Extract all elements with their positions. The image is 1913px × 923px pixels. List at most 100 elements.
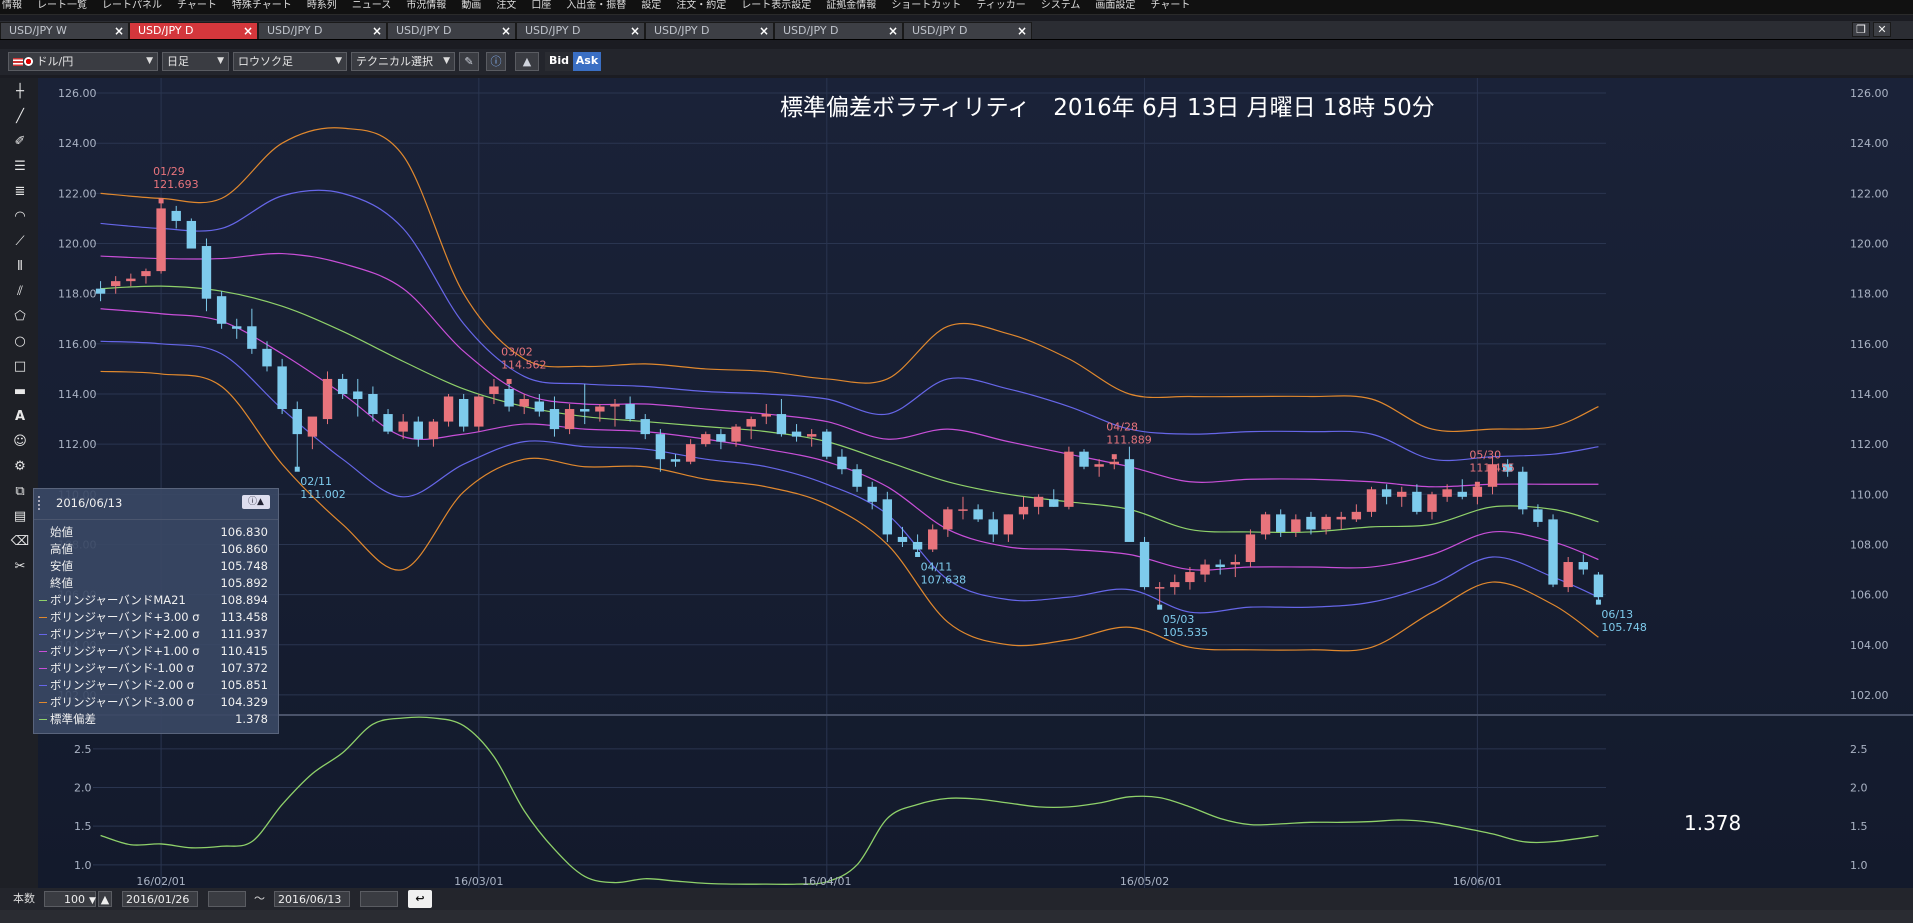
info-row: ボリンジャーバンド+2.00 σ 111.937	[34, 626, 278, 643]
close-window-icon[interactable]: ✕	[1873, 22, 1891, 37]
menu-item[interactable]: 注文・約定	[674, 0, 728, 12]
chart-toolbar: ドル/円 ▼ 日足 ▼ ロウソク足 ▼ テクニカル選択 ▼ ✎ ⓘ ▲ Bid …	[0, 49, 1913, 75]
fan-icon[interactable]: ⟋	[9, 232, 31, 252]
date-from-field[interactable]: 2016/01/26	[122, 891, 198, 907]
sd-tick-label-right: 1.0	[1850, 859, 1868, 872]
menu-item[interactable]: 口座	[529, 0, 553, 12]
close-tab-icon[interactable]: ×	[759, 23, 769, 39]
menu-item[interactable]: レート一覧	[35, 0, 89, 12]
y-tick-label-right: 120.00	[1850, 238, 1889, 251]
ask-button[interactable]: Ask	[573, 52, 601, 71]
info-row-value: 106.830	[220, 525, 268, 539]
time-from-field[interactable]	[208, 891, 246, 907]
pentagon-icon[interactable]: ⬠	[9, 307, 31, 327]
circle-icon[interactable]: ○	[9, 332, 31, 352]
close-tab-icon[interactable]: ×	[888, 23, 898, 39]
line-swatch	[39, 719, 47, 720]
arc-icon[interactable]: ◠	[9, 207, 31, 227]
ohlc-info-panel[interactable]: 2016/06/13 ⓘ▲ 始値 106.830 高値 106.860 安値 105.74…	[33, 488, 279, 734]
chart-tab[interactable]: USD/JPY D ×	[903, 22, 1032, 39]
bid-button[interactable]: Bid	[545, 52, 573, 71]
chart-tab-label: USD/JPY W	[9, 24, 67, 37]
currency-pair-label: ドル/円	[36, 55, 74, 68]
period-select[interactable]: 日足 ▼	[162, 52, 229, 71]
menu-item[interactable]: 証拠金情報	[824, 0, 878, 12]
menu-item[interactable]: ティッカー	[974, 0, 1027, 12]
technical-select[interactable]: テクニカル選択 ▼	[351, 52, 455, 71]
chart-tab[interactable]: USD/JPY D ×	[645, 22, 774, 39]
menu-item[interactable]: レート表示設定	[739, 0, 813, 12]
candle-up	[156, 208, 166, 272]
menu-item[interactable]: 画面設定	[1093, 0, 1137, 12]
smiley-icon[interactable]: ☺	[9, 432, 31, 452]
count-up-icon[interactable]: ▲	[98, 891, 112, 907]
info-row-value: 110.415	[220, 644, 268, 658]
candle-down	[201, 246, 212, 299]
info-collapse-icon[interactable]: ⓘ▲	[242, 495, 270, 509]
chart-tab[interactable]: USD/JPY D ×	[258, 22, 387, 39]
menu-item[interactable]: ニュース	[350, 0, 394, 12]
date-to-field[interactable]: 2016/06/13	[274, 891, 350, 907]
info-icon[interactable]: ⓘ	[486, 52, 506, 71]
close-tab-icon[interactable]: ×	[501, 23, 511, 39]
restore-window-icon[interactable]: ❐	[1852, 22, 1870, 37]
info-panel-header[interactable]: 2016/06/13 ⓘ▲	[34, 489, 278, 520]
menu-item[interactable]: 特殊チャート	[230, 0, 294, 12]
chart-tab[interactable]: USD/JPY D ×	[129, 22, 258, 39]
chart-tab[interactable]: USD/JPY D ×	[516, 22, 645, 39]
horizontal-lines-icon[interactable]: ☰	[9, 157, 31, 177]
text-icon[interactable]: A	[9, 407, 31, 427]
trendline-icon[interactable]: ╱	[9, 107, 31, 127]
chart-tab-label: USD/JPY D	[912, 24, 968, 37]
menu-item[interactable]: 情報	[0, 0, 24, 12]
candle-down	[897, 536, 908, 542]
time-to-field[interactable]	[360, 891, 398, 907]
close-tab-icon[interactable]: ×	[1017, 23, 1027, 39]
vertical-lines-icon[interactable]: ⦀	[9, 257, 31, 277]
close-tab-icon[interactable]: ×	[114, 23, 124, 39]
menu-item[interactable]: レートパネル	[100, 0, 164, 12]
chart-tab[interactable]: USD/JPY D ×	[774, 22, 903, 39]
currency-pair-select[interactable]: ドル/円 ▼	[8, 52, 158, 71]
y-tick-label-right: 106.00	[1850, 589, 1889, 602]
menu-item[interactable]: システム	[1039, 0, 1083, 12]
settings-icon[interactable]: ⚙	[9, 457, 31, 477]
chart-style-icon[interactable]: ▲	[515, 52, 539, 71]
menu-item[interactable]: 設定	[639, 0, 663, 12]
copy-icon[interactable]: ⧉	[9, 482, 31, 502]
pen-icon[interactable]: ✎	[459, 52, 479, 71]
candle-down	[262, 348, 272, 367]
chart-tab[interactable]: USD/JPY W ×	[0, 22, 129, 39]
menu-item[interactable]: 入出金・振替	[564, 0, 628, 12]
candle-up	[307, 416, 318, 437]
drag-handle-icon[interactable]	[38, 496, 48, 510]
chart-tab-bar: USD/JPY W × USD/JPY D × USD/JPY D × USD/JPY D ×…	[0, 21, 1913, 40]
menu-item[interactable]: 市況情報	[404, 0, 448, 12]
menu-item[interactable]: 時系列	[305, 0, 339, 12]
ruler-icon[interactable]: ✐	[9, 132, 31, 152]
eraser-icon[interactable]: ⌫	[9, 532, 31, 552]
candle-up	[1154, 587, 1165, 589]
chart-type-select[interactable]: ロウソク足 ▼	[233, 52, 347, 71]
y-tick-label-left: 120.00	[58, 238, 97, 251]
layers-icon[interactable]: ▤	[9, 507, 31, 527]
return-icon[interactable]: ↩	[408, 890, 432, 908]
delete-all-icon[interactable]: ✂	[9, 557, 31, 577]
channel-icon[interactable]: ⫽	[9, 282, 31, 302]
menu-item[interactable]: 動画	[459, 0, 483, 12]
close-tab-icon[interactable]: ×	[630, 23, 640, 39]
y-tick-label-right: 116.00	[1850, 338, 1889, 351]
menu-item[interactable]: チャート	[175, 0, 219, 12]
count-select[interactable]: 100 ▼	[44, 891, 96, 907]
menu-item[interactable]: ショートカット	[889, 0, 963, 12]
bar-icon[interactable]: ▬	[9, 382, 31, 402]
price-chart[interactable]: 01/29121.693 02/11111.002 03/02114.562 04/1…	[38, 78, 1913, 888]
crosshair-icon[interactable]: ┼	[9, 82, 31, 102]
close-tab-icon[interactable]: ×	[372, 23, 382, 39]
rectangle-icon[interactable]: □	[9, 357, 31, 377]
close-tab-icon[interactable]: ×	[243, 23, 253, 39]
chart-tab[interactable]: USD/JPY D ×	[387, 22, 516, 39]
multi-lines-icon[interactable]: ≣	[9, 182, 31, 202]
menu-item[interactable]: チャート	[1148, 0, 1192, 12]
menu-item[interactable]: 注文	[494, 0, 518, 12]
